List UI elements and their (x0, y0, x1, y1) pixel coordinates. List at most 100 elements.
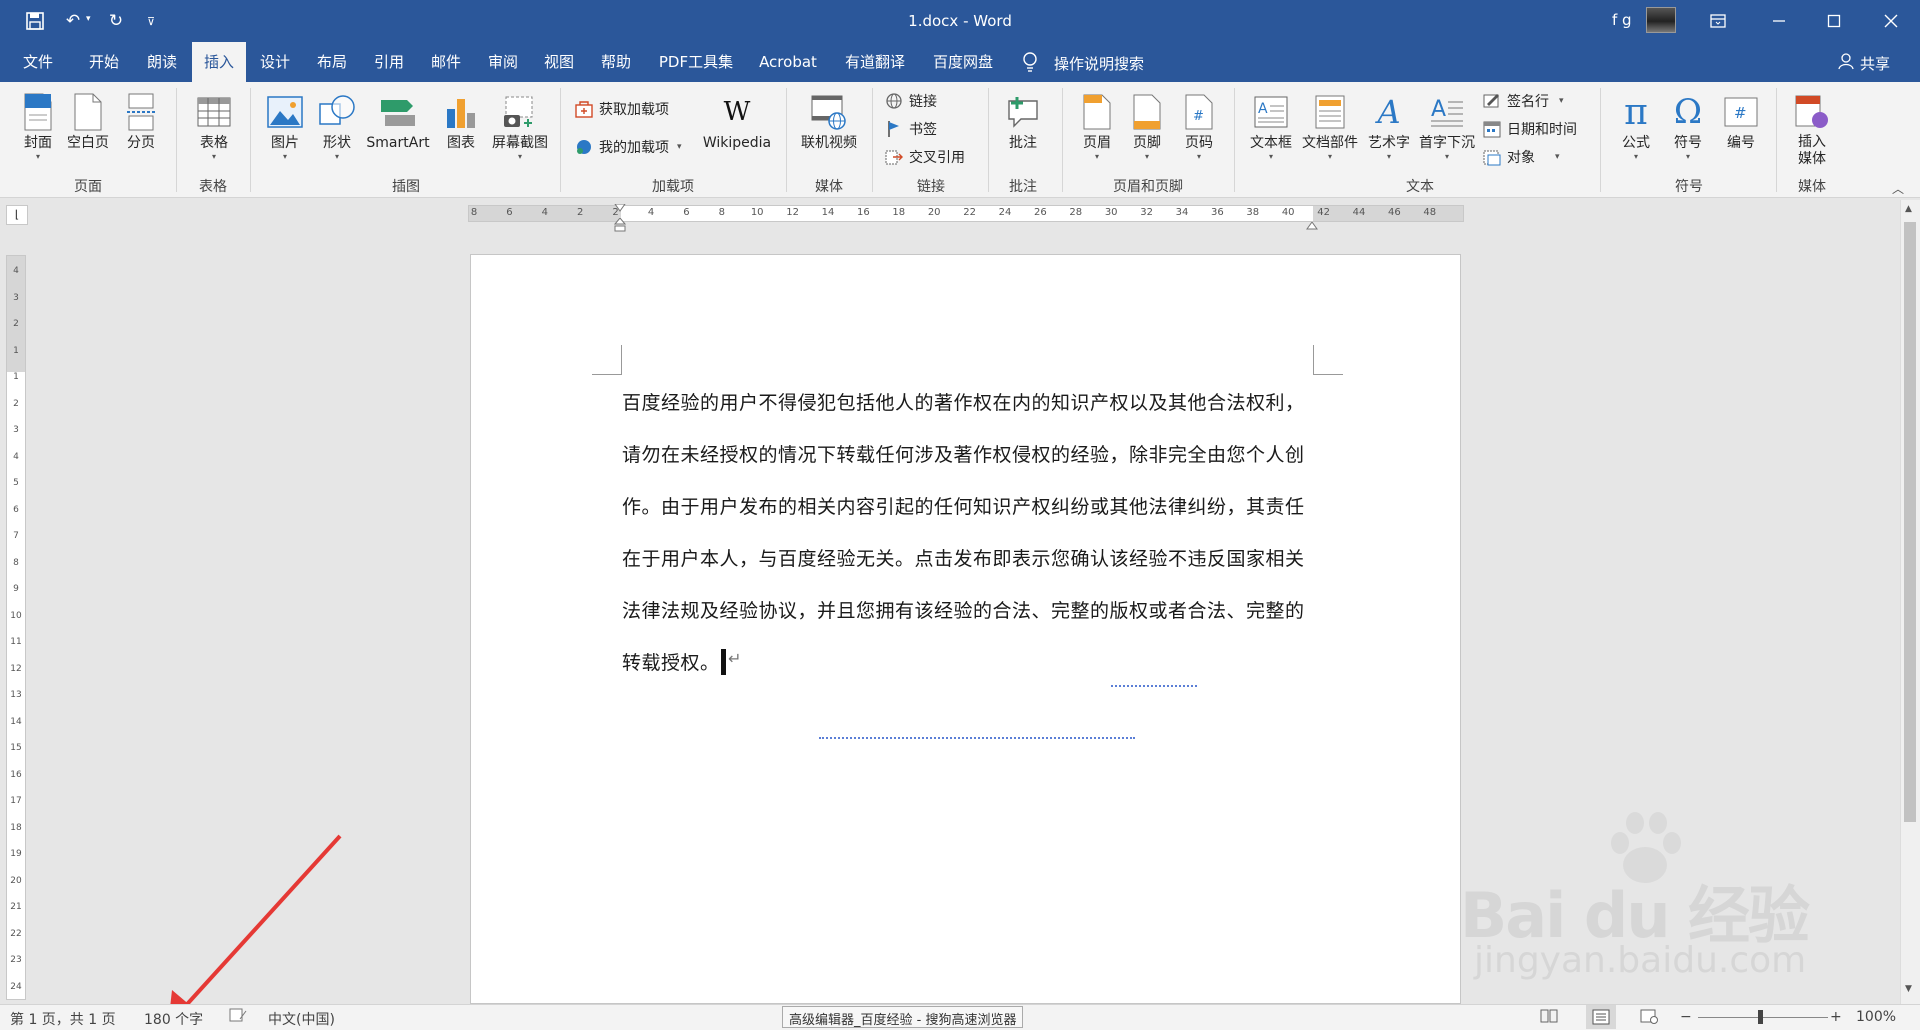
wordart-button[interactable]: A 艺术字 ▾ (1364, 88, 1414, 184)
maximize-icon[interactable] (1811, 0, 1857, 42)
tell-me-search[interactable]: 操作说明搜索 (1054, 53, 1144, 74)
text-box-button[interactable]: A 文本框 ▾ (1246, 88, 1296, 184)
scroll-up-icon[interactable]: ▲ (1905, 204, 1912, 214)
picture-icon (266, 90, 304, 134)
text-line[interactable]: 百度经验的用户不得侵犯包括他人的著作权在内的知识产权以及其他合法权利， (622, 388, 1332, 415)
ruler-tick-label: 24 (10, 981, 22, 992)
tab-insert[interactable]: 插入 (192, 42, 246, 82)
symbol-button[interactable]: Ω 符号 ▾ (1664, 88, 1712, 184)
online-video-icon (810, 90, 848, 134)
shapes-button[interactable]: 形状 ▾ (314, 88, 360, 184)
tab-home[interactable]: 开始 (76, 42, 132, 82)
page-count[interactable]: 第 1 页，共 1 页 (10, 1009, 116, 1029)
tab-references[interactable]: 引用 (362, 42, 416, 82)
equation-button[interactable]: π 公式 ▾ (1612, 88, 1660, 184)
vertical-scrollbar[interactable]: ▲ ▼ (1900, 200, 1920, 1004)
get-addins-button[interactable]: 获取加载项 (574, 96, 669, 122)
globe-link-icon (884, 91, 904, 111)
page-number-button[interactable]: # 页码 ▾ (1176, 88, 1222, 184)
zoom-slider-thumb[interactable] (1758, 1010, 1763, 1024)
ruler-tick-label: 2 (13, 319, 19, 329)
tab-acrobat[interactable]: Acrobat (748, 42, 828, 82)
text-line[interactable]: 在于用户本人，与百度经验无关。点击发布即表示您确认该经验不违反国家相关 (622, 544, 1332, 571)
ribbon-display-options-icon[interactable] (1695, 0, 1741, 42)
tab-review[interactable]: 审阅 (476, 42, 530, 82)
tab-pdf-tools[interactable]: PDF工具集 (650, 42, 742, 82)
zoom-out-icon[interactable]: − (1680, 1009, 1692, 1025)
cover-page-button[interactable]: 封面 ▾ (16, 88, 60, 184)
numbering-button[interactable]: # 编号 (1716, 88, 1766, 184)
language[interactable]: 中文(中国) (268, 1009, 335, 1029)
screenshot-button[interactable]: 屏幕截图 ▾ (486, 88, 554, 184)
wikipedia-button[interactable]: W Wikipedia (698, 88, 776, 184)
user-name[interactable]: f g (1612, 11, 1632, 29)
document-page[interactable]: 百度经验的用户不得侵犯包括他人的著作权在内的知识产权以及其他合法权利， 请勿在未… (470, 254, 1461, 1004)
tab-layout[interactable]: 布局 (304, 42, 360, 82)
object-button[interactable]: 对象 ▾ (1482, 144, 1560, 170)
minimize-icon[interactable] (1756, 0, 1802, 42)
tab-view[interactable]: 视图 (532, 42, 586, 82)
vertical-ruler[interactable]: 4 3 2 1 1 2 3 4 5 6 7 8 9 10 11 12 13 14 15 16 17 18 19 20 21 22 2… (6, 255, 26, 1000)
tab-youdao[interactable]: 有道翻译 (834, 42, 916, 82)
ruler-tick-label: 7 (13, 531, 19, 541)
cross-reference-button[interactable]: 交叉引用 (884, 144, 965, 170)
lightbulb-icon[interactable] (1020, 52, 1040, 72)
share-person-icon[interactable] (1838, 52, 1858, 72)
link-button[interactable]: 链接 (884, 88, 937, 114)
text-line[interactable]: 请勿在未经授权的情况下转载任何涉及著作权侵权的经验，除非完全由您个人创 (622, 440, 1332, 467)
tab-design[interactable]: 设计 (248, 42, 302, 82)
insert-media-button[interactable]: 插入 媒体 (1786, 88, 1838, 184)
scroll-thumb[interactable] (1904, 222, 1916, 822)
text-line[interactable]: 转载授权。 (622, 648, 720, 675)
page-number-label: 页码 (1185, 135, 1213, 151)
quick-parts-button[interactable]: 文档部件 ▾ (1300, 88, 1360, 184)
bookmark-button[interactable]: 书签 (884, 116, 937, 142)
text-line[interactable]: 作。由于用户发布的相关内容引起的任何知识产权纠纷或其他法律纠纷，其责任 (622, 492, 1332, 519)
cover-page-icon (19, 90, 57, 134)
chevron-down-icon: ▾ (1196, 152, 1201, 161)
tab-help[interactable]: 帮助 (588, 42, 644, 82)
tab-baidu-pan[interactable]: 百度网盘 (922, 42, 1004, 82)
group-label-symbols: 符号 (1675, 179, 1703, 195)
header-button[interactable]: 页眉 ▾ (1074, 88, 1120, 184)
web-layout-icon[interactable] (1640, 1008, 1658, 1028)
screenshot-label: 屏幕截图 (492, 135, 548, 151)
tab-mailings[interactable]: 邮件 (418, 42, 474, 82)
word-count[interactable]: 180 个字 (144, 1009, 203, 1029)
table-button[interactable]: 表格 ▾ (190, 88, 238, 184)
scroll-down-icon[interactable]: ▼ (1905, 984, 1912, 994)
share-button[interactable]: 共享 (1860, 53, 1890, 74)
hanging-indent-marker[interactable] (613, 217, 627, 232)
tab-selector-icon[interactable]: ⌊ (6, 205, 28, 225)
blank-page-button[interactable]: 空白页 (64, 88, 112, 184)
my-addins-button[interactable]: 我的加载项 ▾ (574, 134, 682, 160)
print-layout-icon[interactable] (1586, 1005, 1616, 1029)
tab-file[interactable]: 文件 (8, 42, 68, 82)
chevron-down-icon: ▾ (1327, 152, 1332, 161)
comment-button[interactable]: 批注 (998, 88, 1048, 184)
online-video-button[interactable]: 联机视频 (796, 88, 862, 184)
zoom-in-icon[interactable]: + (1830, 1009, 1842, 1025)
my-addins-label: 我的加载项 (599, 140, 669, 156)
zoom-level[interactable]: 100% (1856, 1009, 1896, 1025)
date-time-button[interactable]: 日期和时间 (1482, 116, 1577, 142)
read-mode-icon[interactable] (1540, 1008, 1558, 1028)
footer-icon (1128, 90, 1166, 134)
text-line[interactable]: 法律法规及经验协议，并且您拥有该经验的合法、完整的版权或者合法、完整的 (622, 596, 1332, 623)
page-break-button[interactable]: 分页 (118, 88, 164, 184)
first-line-indent-marker[interactable] (614, 200, 626, 212)
drop-cap-button[interactable]: A 首字下沉 ▾ (1416, 88, 1478, 184)
signature-line-button[interactable]: 签名行 ▾ (1482, 88, 1564, 114)
collapse-ribbon-icon[interactable]: ︿ (1892, 180, 1904, 197)
footer-button[interactable]: 页脚 ▾ (1124, 88, 1170, 184)
avatar[interactable] (1646, 7, 1676, 33)
zoom-slider-track[interactable] (1698, 1017, 1828, 1018)
ruler-tick-label: 38 (1246, 207, 1260, 218)
right-indent-marker[interactable] (1306, 218, 1318, 230)
picture-button[interactable]: 图片 ▾ (262, 88, 308, 184)
tab-read-aloud[interactable]: 朗读 (134, 42, 190, 82)
chart-button[interactable]: 图表 (438, 88, 484, 184)
close-icon[interactable] (1868, 0, 1914, 42)
smartart-button[interactable]: SmartArt (362, 88, 434, 184)
proofing-icon[interactable] (228, 1007, 248, 1025)
